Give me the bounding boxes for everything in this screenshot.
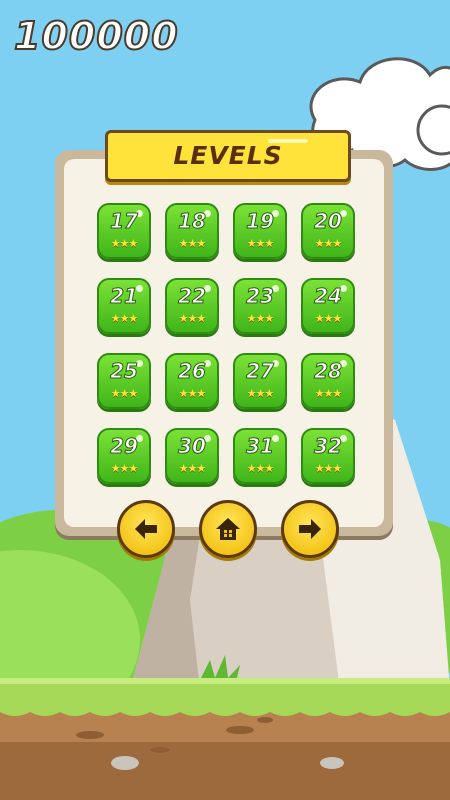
level-grid: 17 ★★★ 18 ★★★ 19 ★★★ 20 ★★★ 21 ★★★ 22 ★★… xyxy=(97,203,357,485)
level-number: 20 xyxy=(314,209,343,234)
level-number: 30 xyxy=(178,434,207,459)
star-rating: ★★★ xyxy=(246,237,275,250)
banner-shine xyxy=(268,139,308,143)
level-button[interactable]: 19 ★★★ xyxy=(233,203,287,259)
level-button[interactable]: 24 ★★★ xyxy=(301,278,355,334)
level-number: 22 xyxy=(178,284,207,309)
level-number: 21 xyxy=(110,284,139,309)
star-rating: ★★★ xyxy=(246,312,275,325)
home-button[interactable] xyxy=(199,500,257,558)
level-number: 26 xyxy=(178,359,207,384)
level-button[interactable]: 17 ★★★ xyxy=(97,203,151,259)
star-rating: ★★★ xyxy=(110,312,139,325)
level-button[interactable]: 25 ★★★ xyxy=(97,353,151,409)
level-button[interactable]: 20 ★★★ xyxy=(301,203,355,259)
star-rating: ★★★ xyxy=(110,387,139,400)
level-button[interactable]: 30 ★★★ xyxy=(165,428,219,484)
level-number: 24 xyxy=(314,284,343,309)
level-number: 31 xyxy=(246,434,275,459)
level-number: 19 xyxy=(246,209,275,234)
arrow-right-icon xyxy=(299,519,321,539)
arrow-left-icon xyxy=(135,519,157,539)
level-button[interactable]: 29 ★★★ xyxy=(97,428,151,484)
level-number: 27 xyxy=(246,359,275,384)
star-rating: ★★★ xyxy=(110,237,139,250)
level-button[interactable]: 18 ★★★ xyxy=(165,203,219,259)
level-button[interactable]: 28 ★★★ xyxy=(301,353,355,409)
level-number: 29 xyxy=(110,434,139,459)
next-page-button[interactable] xyxy=(281,500,339,558)
star-rating: ★★★ xyxy=(246,462,275,475)
level-button[interactable]: 21 ★★★ xyxy=(97,278,151,334)
star-rating: ★★★ xyxy=(246,387,275,400)
star-rating: ★★★ xyxy=(314,462,343,475)
level-number: 18 xyxy=(178,209,207,234)
levels-banner: LEVELS xyxy=(105,130,351,182)
level-button[interactable]: 23 ★★★ xyxy=(233,278,287,334)
level-button[interactable]: 31 ★★★ xyxy=(233,428,287,484)
star-rating: ★★★ xyxy=(110,462,139,475)
previous-page-button[interactable] xyxy=(117,500,175,558)
home-icon xyxy=(216,518,240,540)
levels-title: LEVELS xyxy=(173,141,283,170)
star-rating: ★★★ xyxy=(178,462,207,475)
score-display: 100000 xyxy=(13,13,179,59)
level-number: 23 xyxy=(246,284,275,309)
star-rating: ★★★ xyxy=(178,237,207,250)
level-button[interactable]: 32 ★★★ xyxy=(301,428,355,484)
level-number: 25 xyxy=(110,359,139,384)
level-button[interactable]: 22 ★★★ xyxy=(165,278,219,334)
star-rating: ★★★ xyxy=(314,237,343,250)
level-number: 28 xyxy=(314,359,343,384)
level-button[interactable]: 27 ★★★ xyxy=(233,353,287,409)
star-rating: ★★★ xyxy=(178,312,207,325)
star-rating: ★★★ xyxy=(314,387,343,400)
level-button[interactable]: 26 ★★★ xyxy=(165,353,219,409)
level-number: 32 xyxy=(314,434,343,459)
level-number: 17 xyxy=(110,209,139,234)
star-rating: ★★★ xyxy=(178,387,207,400)
star-rating: ★★★ xyxy=(314,312,343,325)
